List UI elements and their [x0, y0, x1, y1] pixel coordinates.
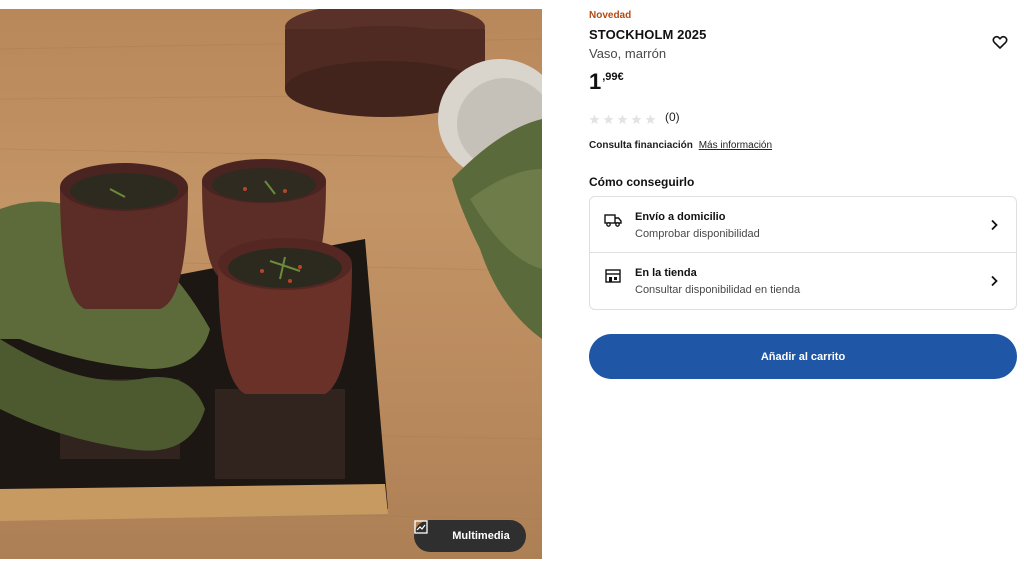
- chevron-right-icon: [990, 274, 998, 287]
- new-badge: Novedad: [589, 10, 632, 21]
- product-photo-illustration: [0, 9, 542, 521]
- in-store-subtitle: Consultar disponibilidad en tienda: [635, 284, 801, 296]
- product-price: 1 ,99€: [589, 69, 624, 95]
- add-to-cart-button[interactable]: Añadir al carrito: [589, 334, 1017, 379]
- product-image[interactable]: Multimedia: [0, 9, 542, 559]
- star-icon: [645, 112, 656, 124]
- home-delivery-option[interactable]: Envío a domicilio Comprobar disponibilid…: [590, 197, 1016, 252]
- financing-label: Consulta financiación: [589, 140, 693, 151]
- chevron-right-icon: [990, 218, 998, 231]
- rating[interactable]: (0): [589, 110, 680, 124]
- financing-row: Consulta financiación Más información: [589, 140, 772, 151]
- store-icon: [604, 268, 622, 284]
- star-icon: [603, 112, 614, 124]
- more-info-link[interactable]: Más información: [699, 140, 772, 151]
- star-icon: [617, 112, 628, 124]
- in-store-title: En la tienda: [635, 267, 697, 279]
- delivery-options: Envío a domicilio Comprobar disponibilid…: [589, 196, 1017, 310]
- multimedia-label: Multimedia: [452, 530, 510, 542]
- truck-icon: [604, 212, 622, 228]
- price-decimal: ,99€: [602, 71, 624, 83]
- gallery-icon: [414, 520, 444, 543]
- price-integer: 1: [589, 69, 602, 94]
- rating-count: (0): [665, 110, 680, 124]
- home-delivery-title: Envío a domicilio: [635, 211, 726, 223]
- home-delivery-subtitle: Comprobar disponibilidad: [635, 228, 760, 240]
- in-store-option[interactable]: En la tienda Consultar disponibilidad en…: [590, 252, 1016, 308]
- product-description: Vaso, marrón: [589, 46, 667, 61]
- star-icon: [589, 112, 600, 124]
- product-name: STOCKHOLM 2025: [589, 27, 707, 42]
- star-icon: [631, 112, 642, 124]
- heart-icon[interactable]: [992, 34, 1008, 50]
- multimedia-button[interactable]: Multimedia: [414, 520, 526, 552]
- delivery-heading: Cómo conseguirlo: [589, 175, 695, 189]
